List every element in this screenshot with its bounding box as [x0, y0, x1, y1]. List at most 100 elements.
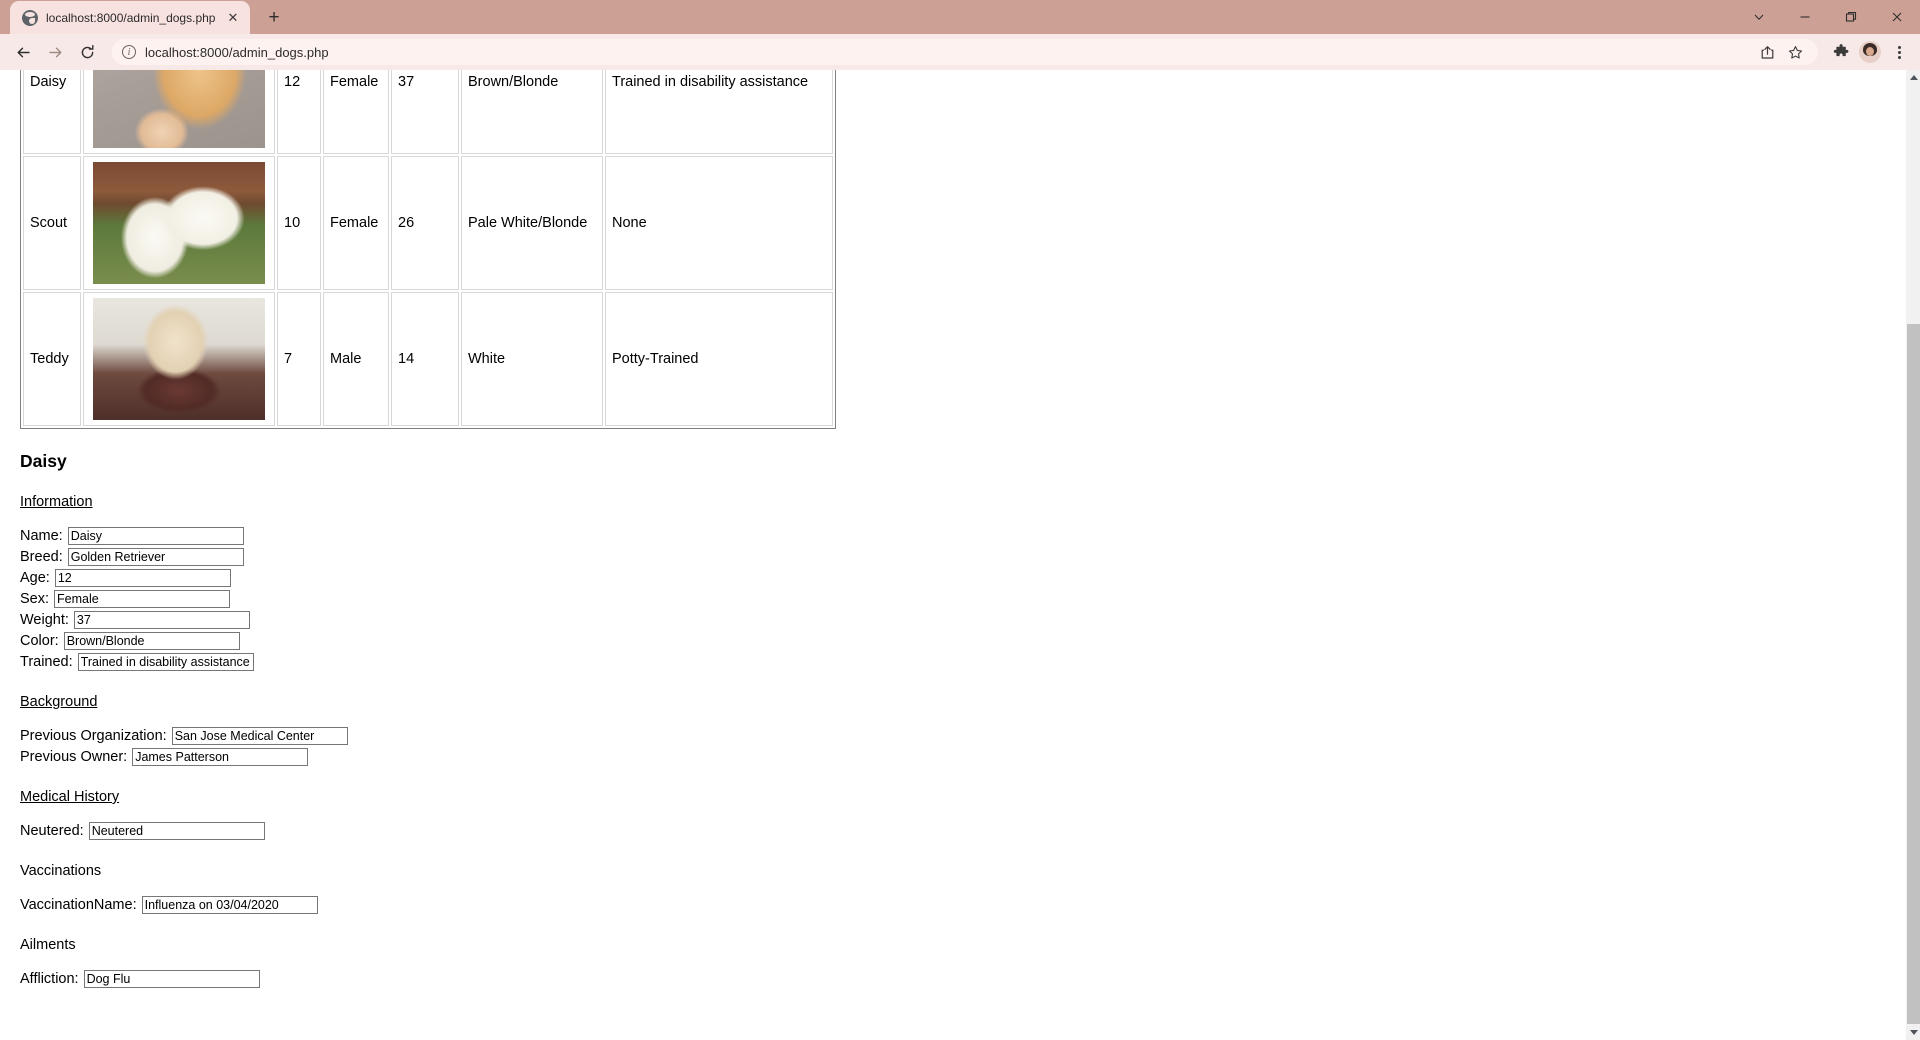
close-icon[interactable]: ✕	[225, 10, 241, 26]
scout-photo	[93, 162, 265, 284]
affliction-field[interactable]	[83, 969, 260, 988]
reload-icon[interactable]	[72, 37, 102, 67]
breed-field[interactable]	[67, 547, 244, 566]
globe-icon	[22, 9, 38, 26]
vertical-scrollbar[interactable]	[1905, 70, 1920, 1040]
cell-color: Pale White/Blonde	[461, 156, 603, 290]
table-row[interactable]: Scout 10 Female 26 Pale White/Blonde Non…	[23, 156, 833, 290]
tab-title: localhost:8000/admin_dogs.php	[46, 10, 216, 25]
field-row-sex: Sex:	[20, 588, 1905, 609]
back-icon[interactable]	[8, 37, 38, 67]
label-trained: Trained:	[20, 653, 73, 670]
field-row-vaccination-name: VaccinationName:	[20, 894, 1905, 915]
cell-name: Teddy	[23, 292, 81, 426]
new-tab-button[interactable]: +	[260, 3, 288, 31]
maximize-icon[interactable]	[1828, 0, 1874, 34]
name-field[interactable]	[67, 526, 244, 545]
cell-color: White	[461, 292, 603, 426]
section-heading-background: Background	[20, 694, 98, 710]
field-row-name: Name:	[20, 525, 1905, 546]
address-bar[interactable]: i localhost:8000/admin_dogs.php	[112, 39, 1818, 65]
page-content: Daisy 12 Female 37 Brown/Blonde Trained …	[0, 70, 1905, 1040]
field-row-previous-owner: Previous Owner:	[20, 746, 1905, 767]
label-vaccination-name: VaccinationName:	[20, 896, 137, 913]
cell-age: 10	[277, 156, 321, 290]
field-row-breed: Breed:	[20, 546, 1905, 567]
cell-trained: Potty-Trained	[605, 292, 833, 426]
dogs-table: Daisy 12 Female 37 Brown/Blonde Trained …	[20, 70, 836, 429]
label-name: Name:	[20, 527, 63, 544]
cell-photo	[83, 70, 275, 154]
scroll-up-icon[interactable]	[1906, 70, 1920, 85]
label-affliction: Affliction:	[20, 970, 79, 987]
label-neutered: Neutered:	[20, 822, 84, 839]
scrollbar-thumb[interactable]	[1907, 324, 1920, 1024]
field-row-color: Color:	[20, 630, 1905, 651]
medical-history-fields: Neutered:	[20, 820, 1905, 841]
label-color: Color:	[20, 632, 59, 649]
minimize-icon[interactable]	[1782, 0, 1828, 34]
previous-owner-field[interactable]	[132, 747, 309, 766]
cell-age: 12	[277, 70, 321, 154]
page-title: Daisy	[20, 451, 67, 471]
color-field[interactable]	[63, 631, 240, 650]
cell-weight: 26	[391, 156, 459, 290]
sex-field[interactable]	[54, 589, 231, 608]
table-row[interactable]: Daisy 12 Female 37 Brown/Blonde Trained …	[23, 70, 833, 154]
window-controls	[1736, 0, 1920, 34]
vaccination-name-field[interactable]	[141, 895, 318, 914]
bookmark-star-icon[interactable]	[1782, 39, 1808, 65]
cell-weight: 14	[391, 292, 459, 426]
forward-icon[interactable]	[40, 37, 70, 67]
neutered-field[interactable]	[88, 821, 265, 840]
label-breed: Breed:	[20, 548, 63, 565]
tab-strip: localhost:8000/admin_dogs.php ✕ +	[0, 0, 1920, 34]
cell-name: Daisy	[23, 70, 81, 154]
cell-sex: Female	[323, 156, 389, 290]
scroll-down-icon[interactable]	[1906, 1025, 1920, 1040]
information-fields: Name: Breed: Age: Sex:	[20, 525, 1905, 672]
chrome-menu-icon[interactable]	[1886, 39, 1912, 65]
vaccinations-fields: VaccinationName:	[20, 894, 1905, 915]
table-row[interactable]: Teddy 7 Male 14 White Potty-Trained	[23, 292, 833, 426]
section-heading-information: Information	[20, 494, 93, 510]
share-icon[interactable]	[1754, 39, 1780, 65]
trained-field[interactable]	[77, 652, 254, 671]
label-previous-organization: Previous Organization:	[20, 727, 167, 744]
daisy-photo	[93, 70, 265, 148]
cell-age: 7	[277, 292, 321, 426]
field-row-trained: Trained:	[20, 651, 1905, 672]
chevron-down-icon[interactable]	[1736, 0, 1782, 34]
field-row-previous-organization: Previous Organization:	[20, 725, 1905, 746]
teddy-photo	[93, 298, 265, 420]
weight-field[interactable]	[73, 610, 250, 629]
age-field[interactable]	[54, 568, 231, 587]
address-bar-url: localhost:8000/admin_dogs.php	[145, 44, 329, 60]
site-info-icon[interactable]: i	[122, 45, 136, 59]
cell-sex: Male	[323, 292, 389, 426]
label-weight: Weight:	[20, 611, 69, 628]
cell-name: Scout	[23, 156, 81, 290]
cell-photo	[83, 156, 275, 290]
dog-detail-form: Daisy Information Name: Breed: Age:	[20, 451, 1905, 989]
page-viewport: Daisy 12 Female 37 Brown/Blonde Trained …	[0, 70, 1920, 1040]
field-row-weight: Weight:	[20, 609, 1905, 630]
section-heading-vaccinations: Vaccinations	[20, 863, 102, 879]
browser-tab-active[interactable]: localhost:8000/admin_dogs.php ✕	[10, 1, 250, 34]
cell-sex: Female	[323, 70, 389, 154]
extensions-puzzle-icon[interactable]	[1828, 39, 1854, 65]
background-fields: Previous Organization: Previous Owner:	[20, 725, 1905, 767]
section-heading-ailments: Ailments	[20, 937, 76, 953]
cell-color: Brown/Blonde	[461, 70, 603, 154]
close-window-icon[interactable]	[1874, 0, 1920, 34]
profile-avatar[interactable]	[1859, 41, 1881, 63]
label-sex: Sex:	[20, 590, 50, 607]
dogs-table-body: Daisy 12 Female 37 Brown/Blonde Trained …	[23, 70, 833, 426]
cell-trained: Trained in disability assistance	[605, 70, 833, 154]
cell-weight: 37	[391, 70, 459, 154]
field-row-affliction: Affliction:	[20, 968, 1905, 989]
ailments-fields: Affliction:	[20, 968, 1905, 989]
previous-organization-field[interactable]	[171, 726, 348, 745]
browser-window: localhost:8000/admin_dogs.php ✕ + i loca…	[0, 0, 1920, 1040]
field-row-neutered: Neutered:	[20, 820, 1905, 841]
